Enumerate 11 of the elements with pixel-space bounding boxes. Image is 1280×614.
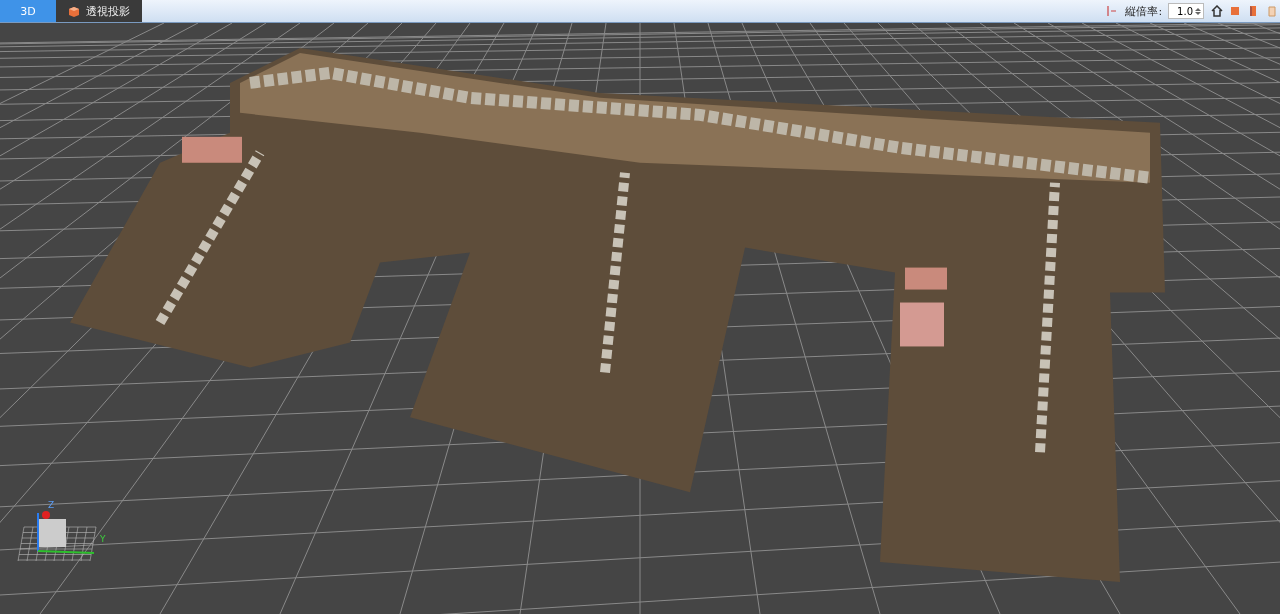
home-icon[interactable]	[1211, 5, 1223, 17]
book-icon[interactable]	[1247, 5, 1259, 17]
scale-icon[interactable]	[1106, 5, 1119, 17]
cube-icon	[68, 5, 80, 17]
vertical-scale-spinbox[interactable]: 1.0	[1168, 3, 1204, 19]
y-axis-label: Y	[100, 535, 106, 544]
vertical-scale-label: 縦倍率:	[1125, 3, 1163, 19]
panel-icon[interactable]	[1265, 5, 1277, 17]
view-tab[interactable]: 透視投影	[56, 0, 142, 22]
z-axis-label: Z	[48, 501, 55, 510]
cube-icon[interactable]	[1229, 5, 1241, 17]
